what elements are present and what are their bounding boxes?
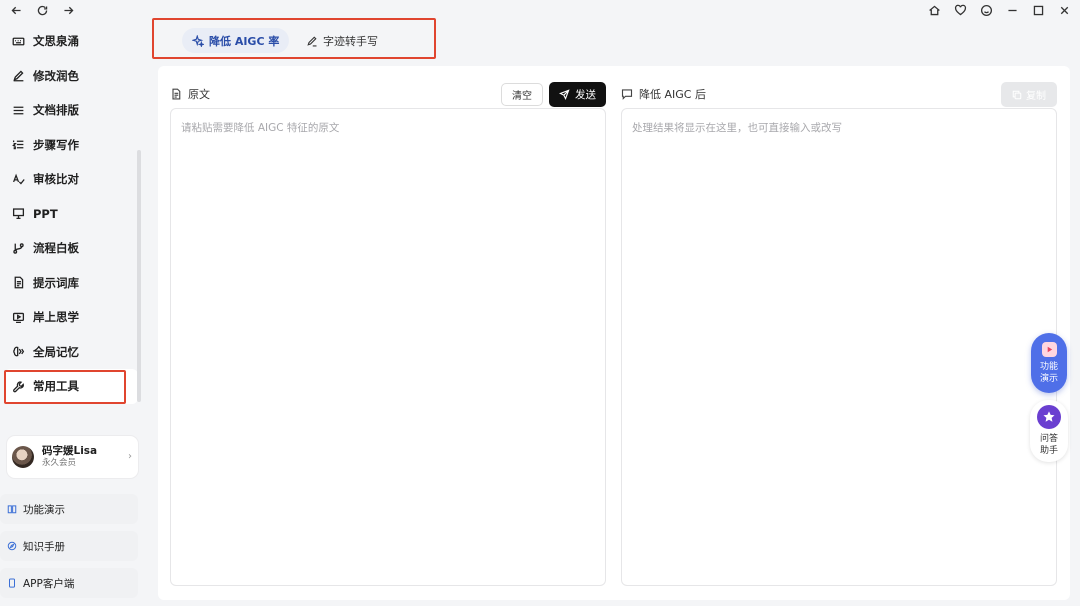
tab-label: 降低 AIGC 率 <box>209 34 280 48</box>
sidebar-nav: 文思泉涌 修改润色 文档排版 步骤写作 审核比对 PPT 流程白板 提示词库 岸… <box>4 24 138 404</box>
link-app[interactable]: APP客户端 <box>0 568 138 598</box>
send-icon <box>559 89 570 100</box>
sidebar-item-label: 流程白板 <box>33 241 79 256</box>
help-label-1: 问答 <box>1039 434 1058 444</box>
help-label-2: 助手 <box>1039 446 1058 456</box>
result-header: 降低 AIGC 后 <box>621 82 1057 106</box>
workspace-card: 原文 清空 发送 请粘贴需要降低 AIGC 特征的原文 降低 AIGC 后 复制 <box>158 66 1070 600</box>
source-textarea[interactable]: 请粘贴需要降低 AIGC 特征的原文 <box>170 108 606 586</box>
sidebar-item-label: 提示词库 <box>33 275 79 290</box>
main-content: 降低 AIGC 率 字迹转手写 原文 清空 发送 请粘贴需要降低 AIGC 特征… <box>146 18 1080 606</box>
sidebar-item-label: 审核比对 <box>33 172 79 187</box>
smile-icon[interactable] <box>978 2 994 18</box>
sidebar-item-review[interactable]: 审核比对 <box>4 162 138 197</box>
pen-icon <box>13 70 24 82</box>
send-label: 发送 <box>575 89 596 101</box>
pen-icon <box>307 35 317 46</box>
sidebar-item-label: 全局记忆 <box>33 344 79 359</box>
bottom-links: 功能演示 知识手册 APP客户端 <box>0 494 138 605</box>
video-icon <box>12 312 25 323</box>
sidebar-item-ppt[interactable]: PPT <box>4 197 138 232</box>
demo-label-2: 演示 <box>1039 374 1058 384</box>
copy-button[interactable]: 复制 <box>1001 82 1057 107</box>
result-title: 降低 AIGC 后 <box>639 88 706 101</box>
source-title: 原文 <box>188 88 210 101</box>
play-icon <box>1041 342 1057 357</box>
keyboard-icon <box>12 37 25 46</box>
home-icon[interactable] <box>926 2 942 18</box>
comment-icon <box>621 89 633 100</box>
copy-label: 复制 <box>1026 91 1046 102</box>
tab-handwriting[interactable]: 字迹转手写 <box>296 28 388 53</box>
result-textarea[interactable]: 处理结果将显示在这里，也可直接输入或改写 <box>621 108 1057 586</box>
maximize-icon[interactable] <box>1030 2 1046 18</box>
sidebar-item-label: 常用工具 <box>33 379 79 394</box>
feature-demo-button[interactable]: 功能 演示 <box>1031 333 1067 393</box>
sidebar-item-wensi[interactable]: 文思泉涌 <box>4 24 138 59</box>
user-name: 码字媛Lisa <box>42 445 98 457</box>
link-label: 功能演示 <box>23 503 65 516</box>
spellcheck-icon <box>13 173 25 185</box>
user-info: 码字媛Lisa 永久会员 <box>42 445 97 469</box>
demo-label-1: 功能 <box>1039 362 1058 372</box>
link-demo[interactable]: 功能演示 <box>0 494 138 524</box>
sidebar-item-learn[interactable]: 岸上思学 <box>4 300 138 335</box>
refresh-icon[interactable] <box>34 2 50 18</box>
sidebar-item-layout[interactable]: 文档排版 <box>4 93 138 128</box>
book-icon <box>7 505 17 514</box>
tabs-bar: 降低 AIGC 率 字迹转手写 <box>146 18 1080 60</box>
tab-label: 字迹转手写 <box>323 34 378 48</box>
assistant-icon <box>1037 405 1061 429</box>
phone-icon <box>9 578 15 588</box>
sidebar-item-label: 文档排版 <box>33 103 79 118</box>
brain-icon <box>13 346 25 357</box>
avatar <box>12 446 34 468</box>
chevron-right-icon: › <box>128 451 132 462</box>
branch-icon <box>13 243 24 254</box>
link-handbook[interactable]: 知识手册 <box>0 531 138 561</box>
list-numbered-icon <box>12 140 24 150</box>
tab-reduce-aigc[interactable]: 降低 AIGC 率 <box>182 28 290 53</box>
nav-controls <box>8 2 76 18</box>
title-bar <box>0 0 1080 20</box>
back-icon[interactable] <box>8 2 24 18</box>
wrench-icon <box>13 381 24 393</box>
sidebar-item-label: PPT <box>33 206 58 221</box>
heart-icon[interactable] <box>952 2 968 18</box>
sidebar-item-flow[interactable]: 流程白板 <box>4 231 138 266</box>
link-label: APP客户端 <box>23 577 75 590</box>
compass-icon <box>7 541 17 551</box>
sidebar-item-tools[interactable]: 常用工具 <box>4 369 138 404</box>
qa-assistant-button[interactable]: 问答 助手 <box>1030 400 1068 462</box>
user-membership: 永久会员 <box>42 458 77 468</box>
sidebar: 文思泉涌 修改润色 文档排版 步骤写作 审核比对 PPT 流程白板 提示词库 岸… <box>0 20 146 606</box>
close-icon[interactable] <box>1056 2 1072 18</box>
sidebar-item-prompts[interactable]: 提示词库 <box>4 266 138 301</box>
app-window: 文思泉涌 修改润色 文档排版 步骤写作 审核比对 PPT 流程白板 提示词库 岸… <box>0 0 1080 606</box>
sidebar-item-memory[interactable]: 全局记忆 <box>4 335 138 370</box>
sidebar-item-label: 修改润色 <box>33 68 79 83</box>
copy-icon <box>1012 90 1022 99</box>
forward-icon[interactable] <box>60 2 76 18</box>
document-icon <box>172 88 181 100</box>
result-pane: 降低 AIGC 后 复制 处理结果将显示在这里，也可直接输入或改写 <box>621 66 1057 600</box>
presentation-icon <box>12 208 25 220</box>
sparkle-icon <box>192 34 204 47</box>
sidebar-item-label: 文思泉涌 <box>33 34 79 49</box>
link-label: 知识手册 <box>23 540 65 553</box>
menu-icon <box>13 106 24 115</box>
sidebar-scrollbar[interactable] <box>137 150 141 402</box>
clear-button[interactable]: 清空 <box>501 83 543 106</box>
sidebar-item-steps[interactable]: 步骤写作 <box>4 128 138 163</box>
sidebar-item-label: 岸上思学 <box>33 310 79 325</box>
sidebar-item-label: 步骤写作 <box>33 137 79 152</box>
sidebar-item-polish[interactable]: 修改润色 <box>4 59 138 94</box>
minimize-icon[interactable] <box>1004 2 1020 18</box>
user-card[interactable]: 码字媛Lisa 永久会员 › <box>7 436 138 478</box>
send-button[interactable]: 发送 <box>549 82 606 107</box>
window-controls <box>926 2 1072 18</box>
document-icon <box>14 276 24 289</box>
source-pane: 原文 清空 发送 请粘贴需要降低 AIGC 特征的原文 <box>170 66 606 600</box>
